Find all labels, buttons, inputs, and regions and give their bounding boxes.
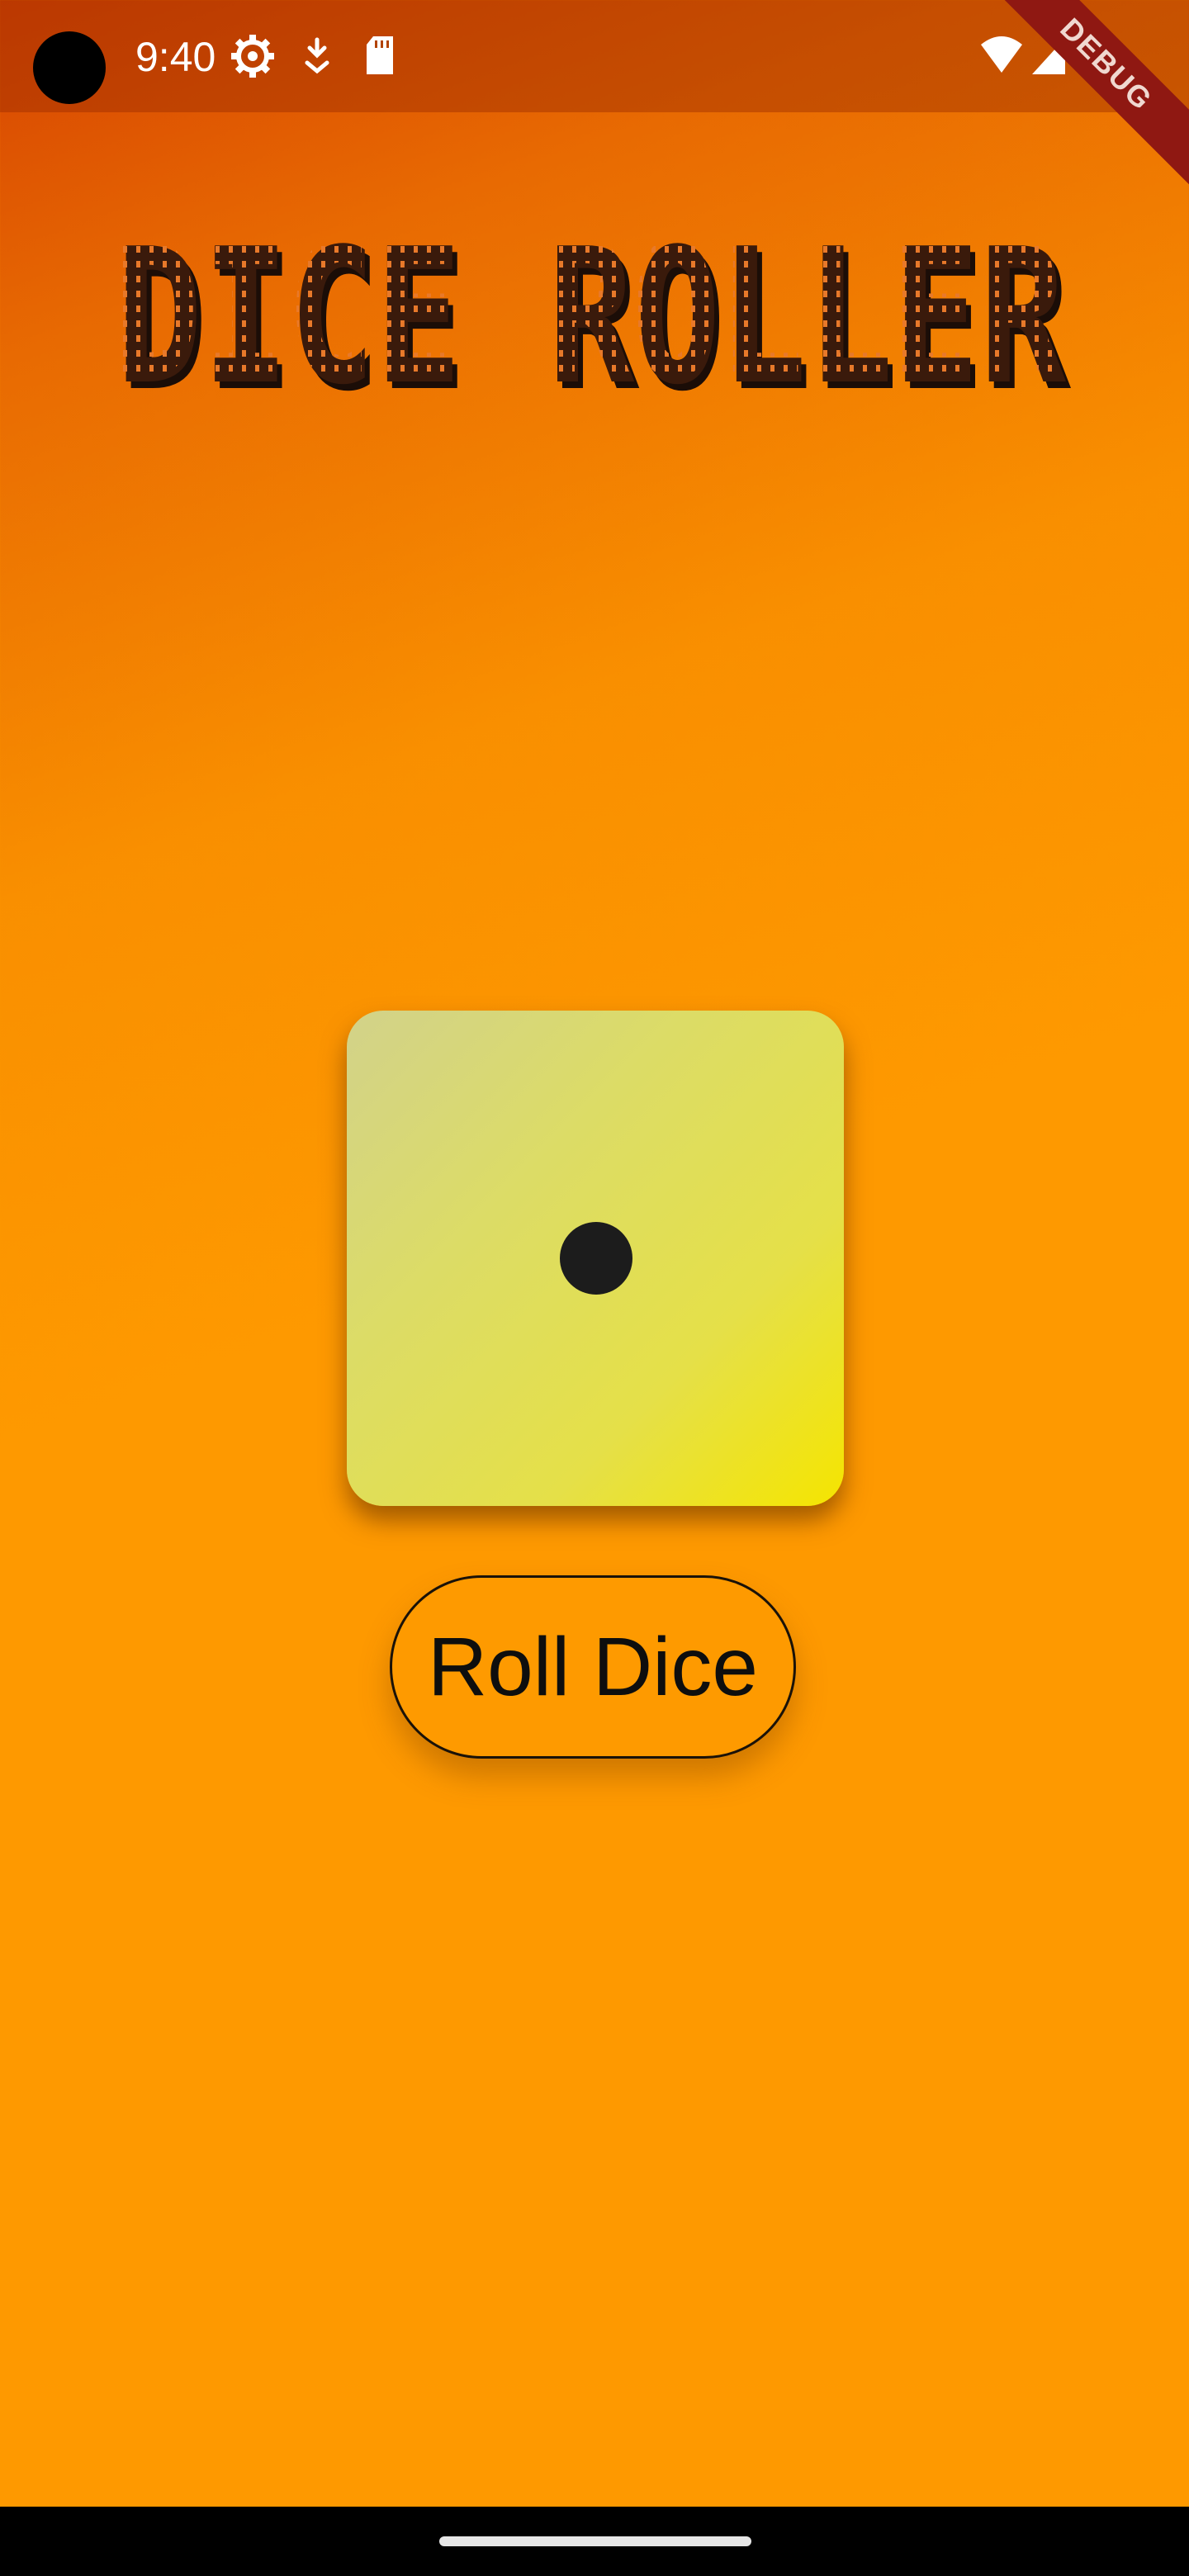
status-bar: 9:40 DEBUG [0,0,1189,206]
wifi-icon [981,36,1022,73]
camera-cutout [33,31,106,104]
status-time: 9:40 [135,34,216,80]
download-icon [305,37,329,74]
dice-face [347,1011,844,1506]
debug-banner: DEBUG [964,0,1189,206]
navigation-bar [0,2507,1189,2576]
home-gesture-handle[interactable] [439,2536,751,2546]
sd-card-icon [367,36,393,74]
settings-gear-icon [231,35,274,78]
app-title: DICE ROLLER DICE ROLLER DICE ROLLER [113,204,1072,413]
svg-text:DICE ROLLER: DICE ROLLER [113,204,1063,413]
dice-pip [560,1222,632,1295]
roll-dice-button[interactable]: Roll Dice [390,1575,796,1759]
